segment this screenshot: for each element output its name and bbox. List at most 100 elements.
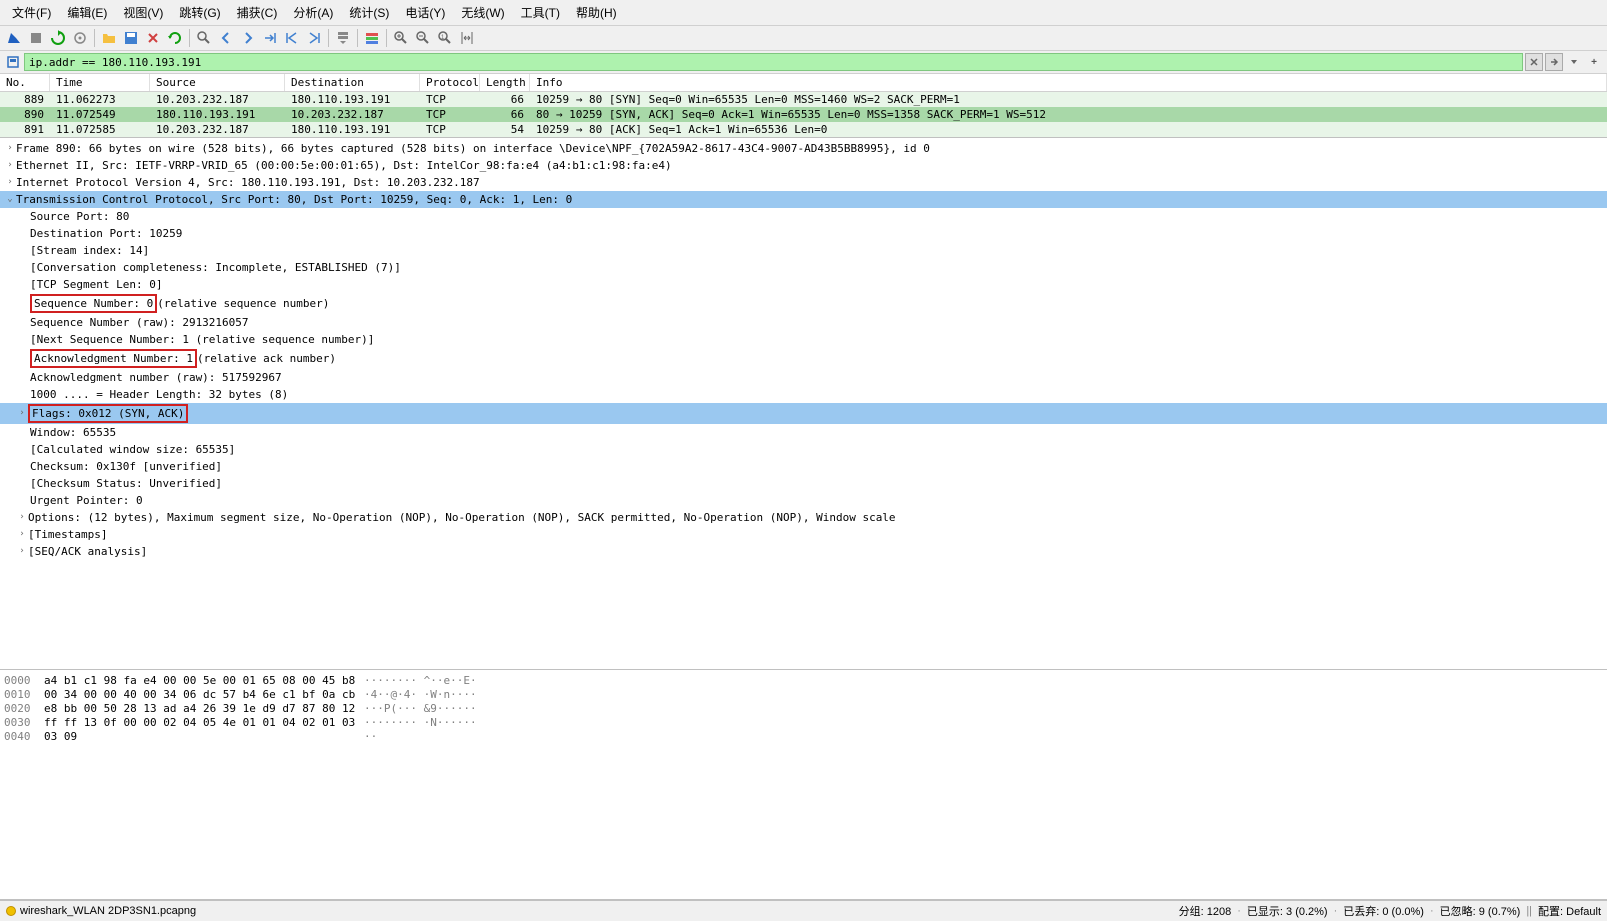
menu-tools[interactable]: 工具(T) — [513, 2, 568, 23]
hex-row[interactable]: 004003 09·· — [4, 730, 1603, 744]
col-source[interactable]: Source — [150, 74, 285, 91]
ethernet-text: Ethernet II, Src: IETF-VRRP-VRID_65 (00:… — [16, 158, 672, 173]
add-filter-icon[interactable]: + — [1585, 53, 1603, 71]
detail-ack-num[interactable]: Acknowledgment Number: 1 (relative ack n… — [0, 348, 1607, 369]
collapse-icon[interactable]: ⌄ — [4, 192, 16, 207]
detail-next-seq[interactable]: [Next Sequence Number: 1 (relative seque… — [0, 331, 1607, 348]
zoom-in-icon[interactable] — [391, 28, 411, 48]
go-last-icon[interactable] — [304, 28, 324, 48]
status-profile[interactable]: 配置: Default — [1538, 903, 1601, 919]
detail-urgent[interactable]: Urgent Pointer: 0 — [0, 492, 1607, 509]
frame-text: Frame 890: 66 bytes on wire (528 bits), … — [16, 141, 930, 156]
expand-icon[interactable]: › — [4, 141, 16, 156]
go-to-packet-icon[interactable] — [260, 28, 280, 48]
menu-telephony[interactable]: 电话(Y) — [397, 2, 453, 23]
col-info[interactable]: Info — [530, 74, 1607, 91]
detail-ack-raw[interactable]: Acknowledgment number (raw): 517592967 — [0, 369, 1607, 386]
menu-file[interactable]: 文件(F) — [4, 2, 59, 23]
expand-icon[interactable]: › — [16, 544, 28, 559]
expand-icon[interactable]: › — [4, 175, 16, 190]
col-destination[interactable]: Destination — [285, 74, 420, 91]
find-packet-icon[interactable] — [194, 28, 214, 48]
hex-dump-pane[interactable]: 0000a4 b1 c1 98 fa e4 00 00 5e 00 01 65 … — [0, 670, 1607, 900]
detail-seq-ack[interactable]: ›[SEQ/ACK analysis] — [0, 543, 1607, 560]
auto-scroll-icon[interactable] — [333, 28, 353, 48]
zoom-reset-icon[interactable]: 1 — [435, 28, 455, 48]
packet-list-header: No. Time Source Destination Protocol Len… — [0, 74, 1607, 92]
detail-ip[interactable]: ›Internet Protocol Version 4, Src: 180.1… — [0, 174, 1607, 191]
detail-dst-port[interactable]: Destination Port: 10259 — [0, 225, 1607, 242]
detail-window[interactable]: Window: 65535 — [0, 424, 1607, 441]
reload-icon[interactable] — [165, 28, 185, 48]
detail-completeness[interactable]: [Conversation completeness: Incomplete, … — [0, 259, 1607, 276]
detail-ethernet[interactable]: ›Ethernet II, Src: IETF-VRRP-VRID_65 (00… — [0, 157, 1607, 174]
ip-text: Internet Protocol Version 4, Src: 180.11… — [16, 175, 480, 190]
menu-help[interactable]: 帮助(H) — [568, 2, 625, 23]
go-first-icon[interactable] — [282, 28, 302, 48]
capture-options-icon[interactable] — [70, 28, 90, 48]
detail-calc-window[interactable]: [Calculated window size: 65535] — [0, 441, 1607, 458]
ack-num-highlight: Acknowledgment Number: 1 — [30, 349, 197, 368]
menu-edit[interactable]: 编辑(E) — [59, 2, 115, 23]
detail-seq-num[interactable]: Sequence Number: 0 (relative sequence nu… — [0, 293, 1607, 314]
expand-icon[interactable]: › — [16, 527, 28, 542]
menu-go[interactable]: 跳转(G) — [171, 2, 228, 23]
packet-row[interactable]: 89011.072549180.110.193.19110.203.232.18… — [0, 107, 1607, 122]
detail-checksum[interactable]: Checksum: 0x130f [unverified] — [0, 458, 1607, 475]
apply-filter-icon[interactable] — [1545, 53, 1563, 71]
detail-options[interactable]: ›Options: (12 bytes), Maximum segment si… — [0, 509, 1607, 526]
status-file: wireshark_WLAN 2DP3SN1.pcapng — [20, 905, 196, 917]
detail-frame[interactable]: ›Frame 890: 66 bytes on wire (528 bits),… — [0, 140, 1607, 157]
expand-icon[interactable]: › — [4, 158, 16, 173]
status-dropped: 已丢弃: 0 (0.0%) — [1343, 903, 1424, 919]
hex-row[interactable]: 0000a4 b1 c1 98 fa e4 00 00 5e 00 01 65 … — [4, 674, 1603, 688]
flags-highlight: Flags: 0x012 (SYN, ACK) — [28, 404, 188, 423]
resize-columns-icon[interactable] — [457, 28, 477, 48]
display-filter-input[interactable] — [24, 53, 1523, 71]
packet-row[interactable]: 89111.07258510.203.232.187180.110.193.19… — [0, 122, 1607, 137]
detail-header-len[interactable]: 1000 .... = Header Length: 32 bytes (8) — [0, 386, 1607, 403]
expand-icon[interactable]: › — [16, 510, 28, 525]
detail-src-port[interactable]: Source Port: 80 — [0, 208, 1607, 225]
packet-list-pane[interactable]: No. Time Source Destination Protocol Len… — [0, 74, 1607, 138]
detail-checksum-status[interactable]: [Checksum Status: Unverified] — [0, 475, 1607, 492]
expert-info-icon[interactable] — [6, 906, 16, 916]
shark-fin-icon[interactable] — [4, 28, 24, 48]
detail-seq-raw[interactable]: Sequence Number (raw): 2913216057 — [0, 314, 1607, 331]
detail-tcp[interactable]: ⌄Transmission Control Protocol, Src Port… — [0, 191, 1607, 208]
status-packets: 分组: 1208 — [1179, 903, 1232, 919]
hex-row[interactable]: 0030ff ff 13 0f 00 00 02 04 05 4e 01 01 … — [4, 716, 1603, 730]
detail-stream[interactable]: [Stream index: 14] — [0, 242, 1607, 259]
close-file-icon[interactable] — [143, 28, 163, 48]
menu-capture[interactable]: 捕获(C) — [229, 2, 286, 23]
menu-view[interactable]: 视图(V) — [115, 2, 171, 23]
clear-filter-icon[interactable] — [1525, 53, 1543, 71]
expand-icon[interactable]: › — [16, 406, 28, 421]
col-no[interactable]: No. — [0, 74, 50, 91]
colorize-icon[interactable] — [362, 28, 382, 48]
packet-details-pane[interactable]: ›Frame 890: 66 bytes on wire (528 bits),… — [0, 138, 1607, 670]
hex-row[interactable]: 0020e8 bb 00 50 28 13 ad a4 26 39 1e d9 … — [4, 702, 1603, 716]
menu-analyze[interactable]: 分析(A) — [285, 2, 341, 23]
filter-dropdown-icon[interactable] — [1565, 53, 1583, 71]
hex-row[interactable]: 001000 34 00 00 40 00 34 06 dc 57 b4 6e … — [4, 688, 1603, 702]
menu-statistics[interactable]: 统计(S) — [341, 2, 397, 23]
packet-row[interactable]: 88911.06227310.203.232.187180.110.193.19… — [0, 92, 1607, 107]
detail-timestamps[interactable]: ›[Timestamps] — [0, 526, 1607, 543]
menu-wireless[interactable]: 无线(W) — [453, 2, 512, 23]
save-file-icon[interactable] — [121, 28, 141, 48]
col-length[interactable]: Length — [480, 74, 530, 91]
open-file-icon[interactable] — [99, 28, 119, 48]
go-forward-icon[interactable] — [238, 28, 258, 48]
toolbar: 1 — [0, 26, 1607, 51]
status-bar: wireshark_WLAN 2DP3SN1.pcapng 分组: 1208 ·… — [0, 900, 1607, 921]
col-time[interactable]: Time — [50, 74, 150, 91]
go-back-icon[interactable] — [216, 28, 236, 48]
col-protocol[interactable]: Protocol — [420, 74, 480, 91]
zoom-out-icon[interactable] — [413, 28, 433, 48]
restart-capture-icon[interactable] — [48, 28, 68, 48]
bookmark-filter-icon[interactable] — [4, 53, 22, 71]
detail-flags[interactable]: ›Flags: 0x012 (SYN, ACK) — [0, 403, 1607, 424]
stop-capture-icon[interactable] — [26, 28, 46, 48]
detail-seg-len[interactable]: [TCP Segment Len: 0] — [0, 276, 1607, 293]
